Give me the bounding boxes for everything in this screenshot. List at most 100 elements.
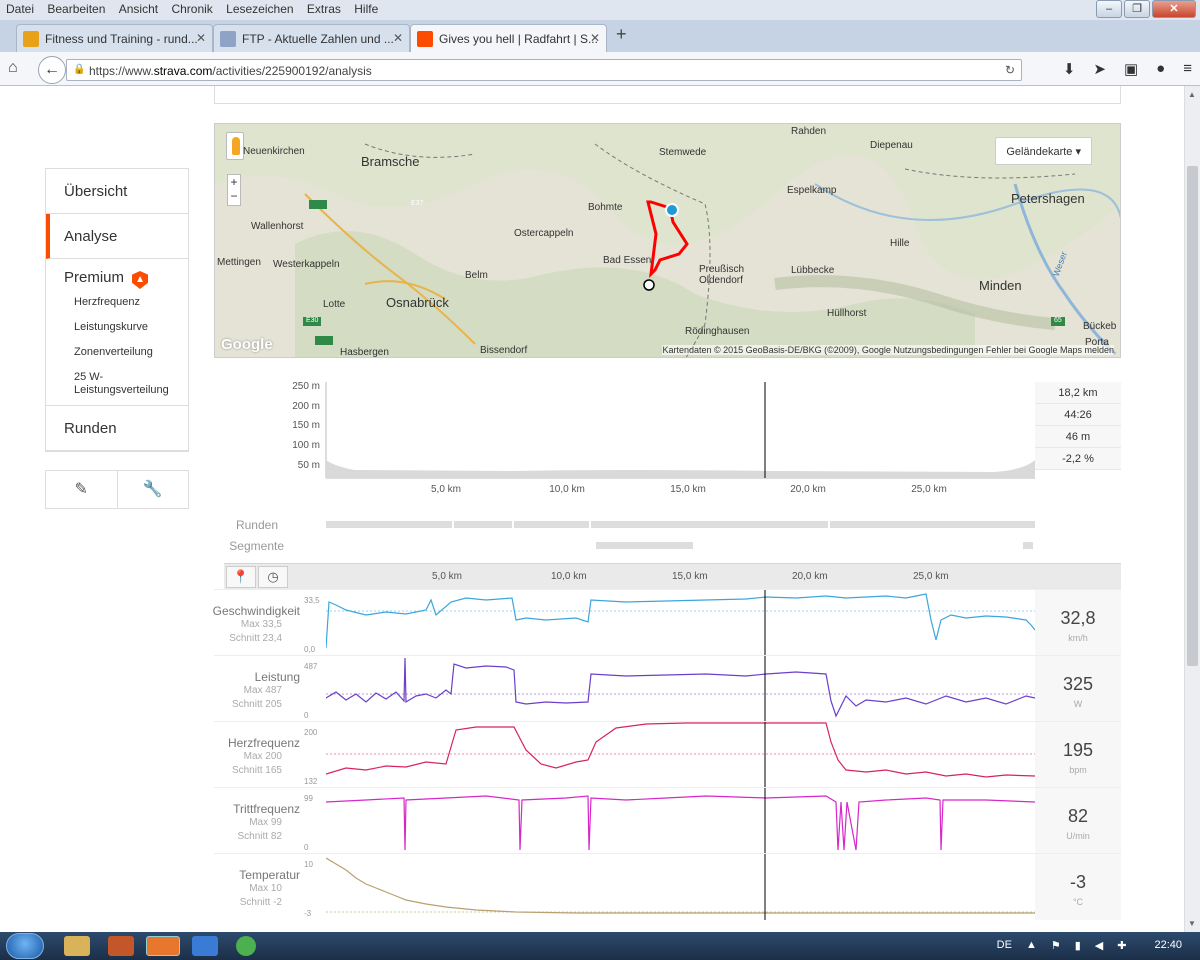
menu-bearbeiten[interactable]: Bearbeiten — [41, 0, 109, 16]
network-icon[interactable]: ▮ — [1075, 939, 1081, 952]
place-label: Westerkappeln — [273, 259, 340, 270]
volume-icon[interactable]: ◀ — [1095, 939, 1103, 952]
explorer-icon[interactable] — [64, 936, 90, 956]
close-window-button[interactable]: ✕ — [1152, 0, 1196, 18]
sync-icon[interactable]: ✚ — [1117, 939, 1126, 952]
map-type-select[interactable]: Geländekarte ▾ — [995, 137, 1092, 165]
minimize-button[interactable]: – — [1096, 0, 1122, 18]
power-line-chart — [326, 656, 1035, 722]
stream-row-temperature[interactable]: Temperatur Max 10 Schnitt -2 10 -3 -3 °C — [214, 853, 1121, 920]
nav-bar: ⌂ ← 🔒 https://www.strava.com/activities/… — [0, 52, 1200, 86]
tray-arrow-icon[interactable]: ▲ — [1026, 939, 1037, 952]
screenshot-icon[interactable]: ▣ — [1124, 60, 1138, 78]
place-label: Bissendorf — [480, 345, 528, 356]
url-bar[interactable]: 🔒 https://www.strava.com/activities/2259… — [66, 59, 1022, 81]
google-logo: Google — [221, 336, 273, 353]
nav-overview[interactable]: Übersicht — [46, 169, 188, 214]
page-content: Übersicht Analyse Premium ▲ Herzfrequenz … — [0, 86, 1184, 932]
stream-name: Geschwindigkeit — [212, 604, 300, 618]
nav-premium[interactable]: Premium ▲ — [46, 259, 188, 290]
stream-lo: 0 — [304, 711, 309, 720]
laps-bars[interactable] — [214, 514, 1121, 562]
stream-row-power[interactable]: Leistung Max 487 Schnitt 205 487 0 325 W — [214, 655, 1121, 722]
stream-row-cadence[interactable]: Trittfrequenz Max 99 Schnitt 82 99 0 82 U… — [214, 787, 1121, 854]
reload-icon[interactable]: ↻ — [1005, 63, 1015, 77]
hamburger-menu-icon[interactable]: ≡ — [1183, 60, 1192, 78]
app-icon[interactable] — [192, 936, 218, 956]
zoom-control[interactable]: + − — [227, 174, 241, 206]
maximize-button[interactable]: ❐ — [1124, 0, 1150, 18]
place-label: Minden — [979, 278, 1022, 293]
close-tab-icon[interactable]: ✕ — [196, 31, 206, 45]
speed-line-chart — [326, 590, 1035, 656]
wrench-icon[interactable]: 🔧 — [116, 471, 189, 508]
nav-power-curve[interactable]: Leistungskurve — [46, 315, 188, 340]
stream-row-heartrate[interactable]: Herzfrequenz Max 200 Schnitt 165 200 132… — [214, 721, 1121, 788]
vertical-scrollbar[interactable]: ▲ ▼ — [1184, 86, 1200, 932]
clock[interactable]: 22:40 — [1154, 939, 1182, 952]
y-tick-label: 100 m — [292, 440, 320, 451]
close-tab-icon[interactable]: ✕ — [393, 31, 403, 45]
road-shield: 65 — [1054, 317, 1062, 324]
lock-icon: 🔒 — [73, 64, 86, 75]
menu-hilfe[interactable]: Hilfe — [348, 0, 382, 16]
tab-fitness[interactable]: Fitness und Training - rund... ✕ — [16, 24, 213, 52]
streetview-pegman-icon[interactable] — [226, 132, 244, 160]
scrollbar-thumb[interactable] — [1187, 166, 1198, 666]
chat-icon[interactable]: ● — [1156, 60, 1165, 78]
download-icon[interactable]: ⬇ — [1063, 60, 1076, 78]
menu-chronik[interactable]: Chronik — [165, 0, 216, 16]
menu-lesezeichen[interactable]: Lesezeichen — [220, 0, 297, 16]
y-tick-label: 200 m — [292, 401, 320, 412]
time-mode-clock-icon[interactable]: ◷ — [258, 566, 288, 588]
place-label: Hasbergen — [340, 347, 389, 358]
stream-hi: 200 — [304, 728, 318, 737]
power-value: 325 — [1062, 674, 1094, 694]
elevation-chart[interactable]: 250 m 200 m 150 m 100 m 50 m 5,0 km 10,0… — [214, 368, 1121, 508]
home-icon[interactable]: ⌂ — [8, 59, 18, 77]
map-attribution[interactable]: Kartendaten © 2015 GeoBasis-DE/BKG (©200… — [662, 345, 1114, 355]
premium-label: Premium — [64, 269, 125, 286]
media-icon[interactable] — [108, 936, 134, 956]
nav-analysis[interactable]: Analyse — [46, 214, 188, 259]
menu-extras[interactable]: Extras — [301, 0, 345, 16]
stream-value: -3 °C — [1035, 854, 1121, 920]
premium-badge-icon: ▲ — [132, 271, 149, 289]
menu-datei[interactable]: Datei — [0, 0, 38, 16]
tab-bar: Fitness und Training - rund... ✕ FTP - A… — [0, 20, 1200, 52]
y-tick-label: 50 m — [298, 460, 320, 471]
nav-zones[interactable]: Zonenverteilung — [46, 340, 188, 365]
start-button[interactable] — [6, 933, 44, 959]
stream-max: Max 10 — [249, 883, 282, 894]
nav-heartrate[interactable]: Herzfrequenz — [46, 290, 188, 315]
language-indicator[interactable]: DE — [997, 939, 1012, 952]
edit-icon[interactable]: ✎ — [46, 471, 117, 508]
chrome-icon[interactable] — [236, 936, 256, 956]
tab-ftp[interactable]: FTP - Aktuelle Zahlen und ... ✕ — [213, 24, 410, 52]
menu-ansicht[interactable]: Ansicht — [113, 0, 162, 16]
place-label: Mettingen — [217, 257, 261, 268]
route-map[interactable]: + − Geländekarte ▾ Rahden Stemwede Diepen… — [214, 123, 1121, 358]
send-icon[interactable]: ➤ — [1093, 60, 1106, 78]
stream-avg: Schnitt 82 — [237, 831, 282, 842]
stream-row-speed[interactable]: Geschwindigkeit Max 33,5 Schnitt 23,4 33… — [213, 589, 1121, 656]
site-icon — [23, 31, 39, 47]
new-tab-icon[interactable]: + — [616, 24, 627, 45]
nav-laps[interactable]: Runden — [46, 406, 188, 451]
distance-mode-pin-icon[interactable]: 📍 — [226, 566, 256, 588]
axis-toolbar: 📍 ◷ 5,0 km 10,0 km 15,0 km 20,0 km 25,0 … — [224, 563, 1121, 589]
nav-power-distribution[interactable]: 25 W-Leistungsverteilung — [46, 365, 188, 406]
heartrate-line-chart — [326, 722, 1035, 788]
tab-strava[interactable]: Gives you hell | Radfahrt | S... ✕ — [410, 24, 607, 52]
flag-icon[interactable]: ⚑ — [1051, 939, 1061, 952]
x-tick-label: 20,0 km — [792, 571, 828, 582]
place-label: Rödinghausen — [685, 326, 750, 337]
firefox-icon[interactable] — [146, 936, 180, 956]
stream-name: Trittfrequenz — [233, 802, 300, 816]
stream-value: 82 U/min — [1035, 788, 1121, 854]
stream-name: Leistung — [254, 670, 300, 684]
close-tab-icon[interactable]: ✕ — [590, 31, 600, 45]
back-button[interactable]: ← — [38, 56, 66, 84]
tab-title: FTP - Aktuelle Zahlen und ... — [242, 32, 394, 46]
elevation-svg: 250 m 200 m 150 m 100 m 50 m 5,0 km 10,0… — [292, 381, 1035, 495]
